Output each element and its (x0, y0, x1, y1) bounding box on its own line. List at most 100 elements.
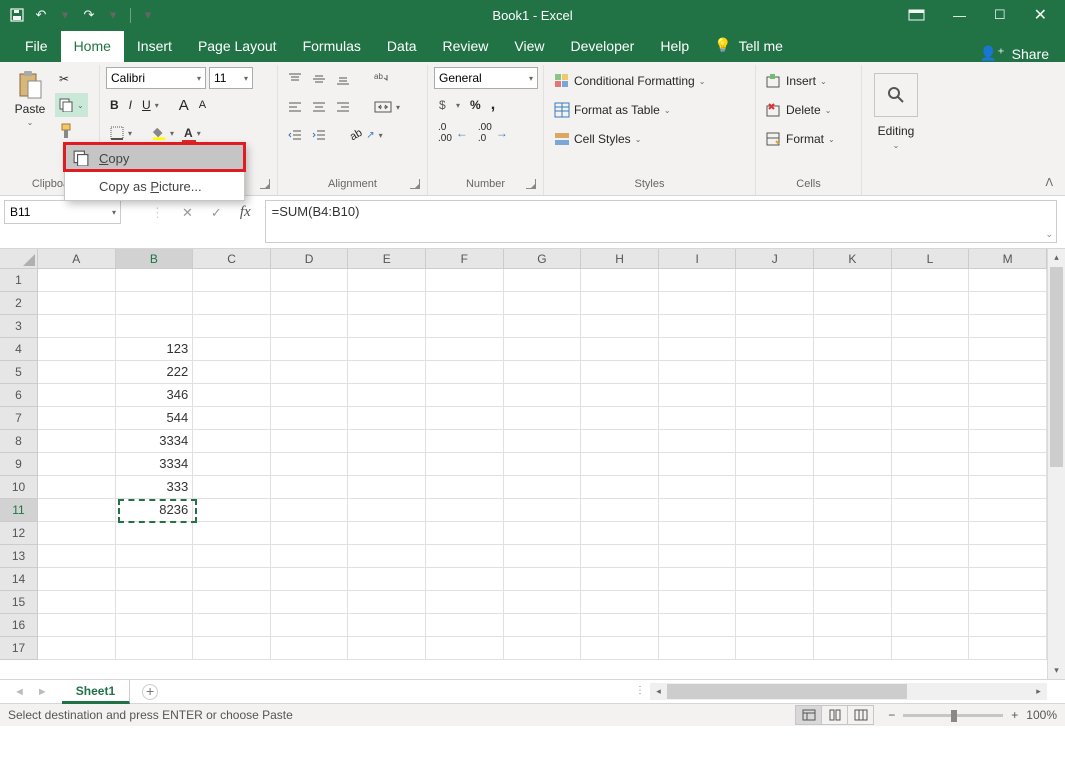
tab-view[interactable]: View (501, 31, 557, 62)
row-header-6[interactable]: 6 (0, 384, 37, 407)
sheet-tab-active[interactable]: Sheet1 (62, 680, 130, 704)
delete-cells-button[interactable]: Delete⌄ (762, 98, 855, 122)
cell-M1[interactable] (969, 269, 1047, 292)
row-header-9[interactable]: 9 (0, 453, 37, 476)
sheet-nav[interactable]: ◄► (0, 686, 62, 698)
cell-C17[interactable] (193, 637, 271, 660)
cell-L9[interactable] (892, 453, 970, 476)
cell-J7[interactable] (736, 407, 814, 430)
cell-K9[interactable] (814, 453, 892, 476)
cell-D4[interactable] (271, 338, 349, 361)
borders-button[interactable]: ▾ (106, 121, 136, 145)
cell-G12[interactable] (504, 522, 582, 545)
cell-E5[interactable] (348, 361, 426, 384)
number-launcher-icon[interactable] (526, 179, 536, 189)
cell-C4[interactable] (193, 338, 271, 361)
menu-item-copy-as-picture[interactable]: Copy as Picture... (65, 172, 244, 200)
tab-insert[interactable]: Insert (124, 31, 185, 62)
grow-font-button[interactable]: A (175, 93, 193, 117)
cell-F7[interactable] (426, 407, 504, 430)
cell-L6[interactable] (892, 384, 970, 407)
cell-J3[interactable] (736, 315, 814, 338)
cell-I4[interactable] (659, 338, 737, 361)
tab-data[interactable]: Data (374, 31, 430, 62)
cell-A9[interactable] (38, 453, 116, 476)
cell-J17[interactable] (736, 637, 814, 660)
col-header-E[interactable]: E (348, 249, 426, 268)
col-header-C[interactable]: C (193, 249, 271, 268)
cell-M16[interactable] (969, 614, 1047, 637)
row-header-2[interactable]: 2 (0, 292, 37, 315)
font-name-combo[interactable]: Calibri▾ (106, 67, 206, 89)
cell-A3[interactable] (38, 315, 116, 338)
vscroll-thumb[interactable] (1050, 267, 1063, 467)
tab-formulas[interactable]: Formulas (290, 31, 374, 62)
cell-G6[interactable] (504, 384, 582, 407)
cell-F1[interactable] (426, 269, 504, 292)
zoom-value[interactable]: 100% (1026, 708, 1057, 722)
cell-M11[interactable] (969, 499, 1047, 522)
cell-I16[interactable] (659, 614, 737, 637)
cell-C15[interactable] (193, 591, 271, 614)
cell-L1[interactable] (892, 269, 970, 292)
cell-I14[interactable] (659, 568, 737, 591)
cell-M14[interactable] (969, 568, 1047, 591)
scroll-up-icon[interactable]: ▴ (1048, 249, 1065, 266)
cell-A1[interactable] (38, 269, 116, 292)
row-header-12[interactable]: 12 (0, 522, 37, 545)
cell-A7[interactable] (38, 407, 116, 430)
col-header-A[interactable]: A (38, 249, 116, 268)
cell-I7[interactable] (659, 407, 737, 430)
ribbon-mode-icon[interactable] (908, 9, 925, 21)
cell-I2[interactable] (659, 292, 737, 315)
minimize-icon[interactable]: ― (953, 8, 966, 23)
cell-J8[interactable] (736, 430, 814, 453)
cell-E13[interactable] (348, 545, 426, 568)
cell-B5[interactable]: 222 (116, 361, 194, 384)
cell-L12[interactable] (892, 522, 970, 545)
undo-icon[interactable]: ↶ (32, 6, 50, 24)
cell-K14[interactable] (814, 568, 892, 591)
scroll-down-icon[interactable]: ▾ (1048, 662, 1065, 679)
cell-K17[interactable] (814, 637, 892, 660)
cells-area[interactable]: 123222346544333433343338236 (38, 269, 1047, 660)
cell-H17[interactable] (581, 637, 659, 660)
cell-G5[interactable] (504, 361, 582, 384)
vertical-scrollbar[interactable]: ▴▾ (1047, 249, 1065, 679)
cell-J15[interactable] (736, 591, 814, 614)
cell-J10[interactable] (736, 476, 814, 499)
col-header-L[interactable]: L (892, 249, 970, 268)
cell-I5[interactable] (659, 361, 737, 384)
cell-A2[interactable] (38, 292, 116, 315)
cell-G10[interactable] (504, 476, 582, 499)
number-format-combo[interactable]: General▾ (434, 67, 538, 89)
cell-B6[interactable]: 346 (116, 384, 194, 407)
cell-K16[interactable] (814, 614, 892, 637)
cell-H13[interactable] (581, 545, 659, 568)
cell-I9[interactable] (659, 453, 737, 476)
cell-B1[interactable] (116, 269, 194, 292)
cell-K1[interactable] (814, 269, 892, 292)
col-header-F[interactable]: F (426, 249, 504, 268)
cell-K2[interactable] (814, 292, 892, 315)
formula-input[interactable]: =SUM(B4:B10)⌄ (265, 200, 1057, 243)
cell-B17[interactable] (116, 637, 194, 660)
cell-A14[interactable] (38, 568, 116, 591)
align-center-button[interactable] (308, 95, 330, 119)
view-page-break-button[interactable] (847, 705, 874, 725)
cut-button[interactable]: ✂ (55, 67, 88, 91)
orientation-button[interactable]: ab↗▾ (346, 123, 387, 147)
cell-E1[interactable] (348, 269, 426, 292)
cell-M12[interactable] (969, 522, 1047, 545)
cell-E2[interactable] (348, 292, 426, 315)
cell-K3[interactable] (814, 315, 892, 338)
collapse-ribbon-icon[interactable]: ᐱ (1045, 176, 1053, 189)
tab-review[interactable]: Review (430, 31, 502, 62)
tab-home[interactable]: Home (61, 31, 124, 62)
qat-customize-icon[interactable]: ▾ (139, 6, 157, 24)
row-header-1[interactable]: 1 (0, 269, 37, 292)
cell-G4[interactable] (504, 338, 582, 361)
row-header-13[interactable]: 13 (0, 545, 37, 568)
cell-E3[interactable] (348, 315, 426, 338)
font-launcher-icon[interactable] (260, 179, 270, 189)
